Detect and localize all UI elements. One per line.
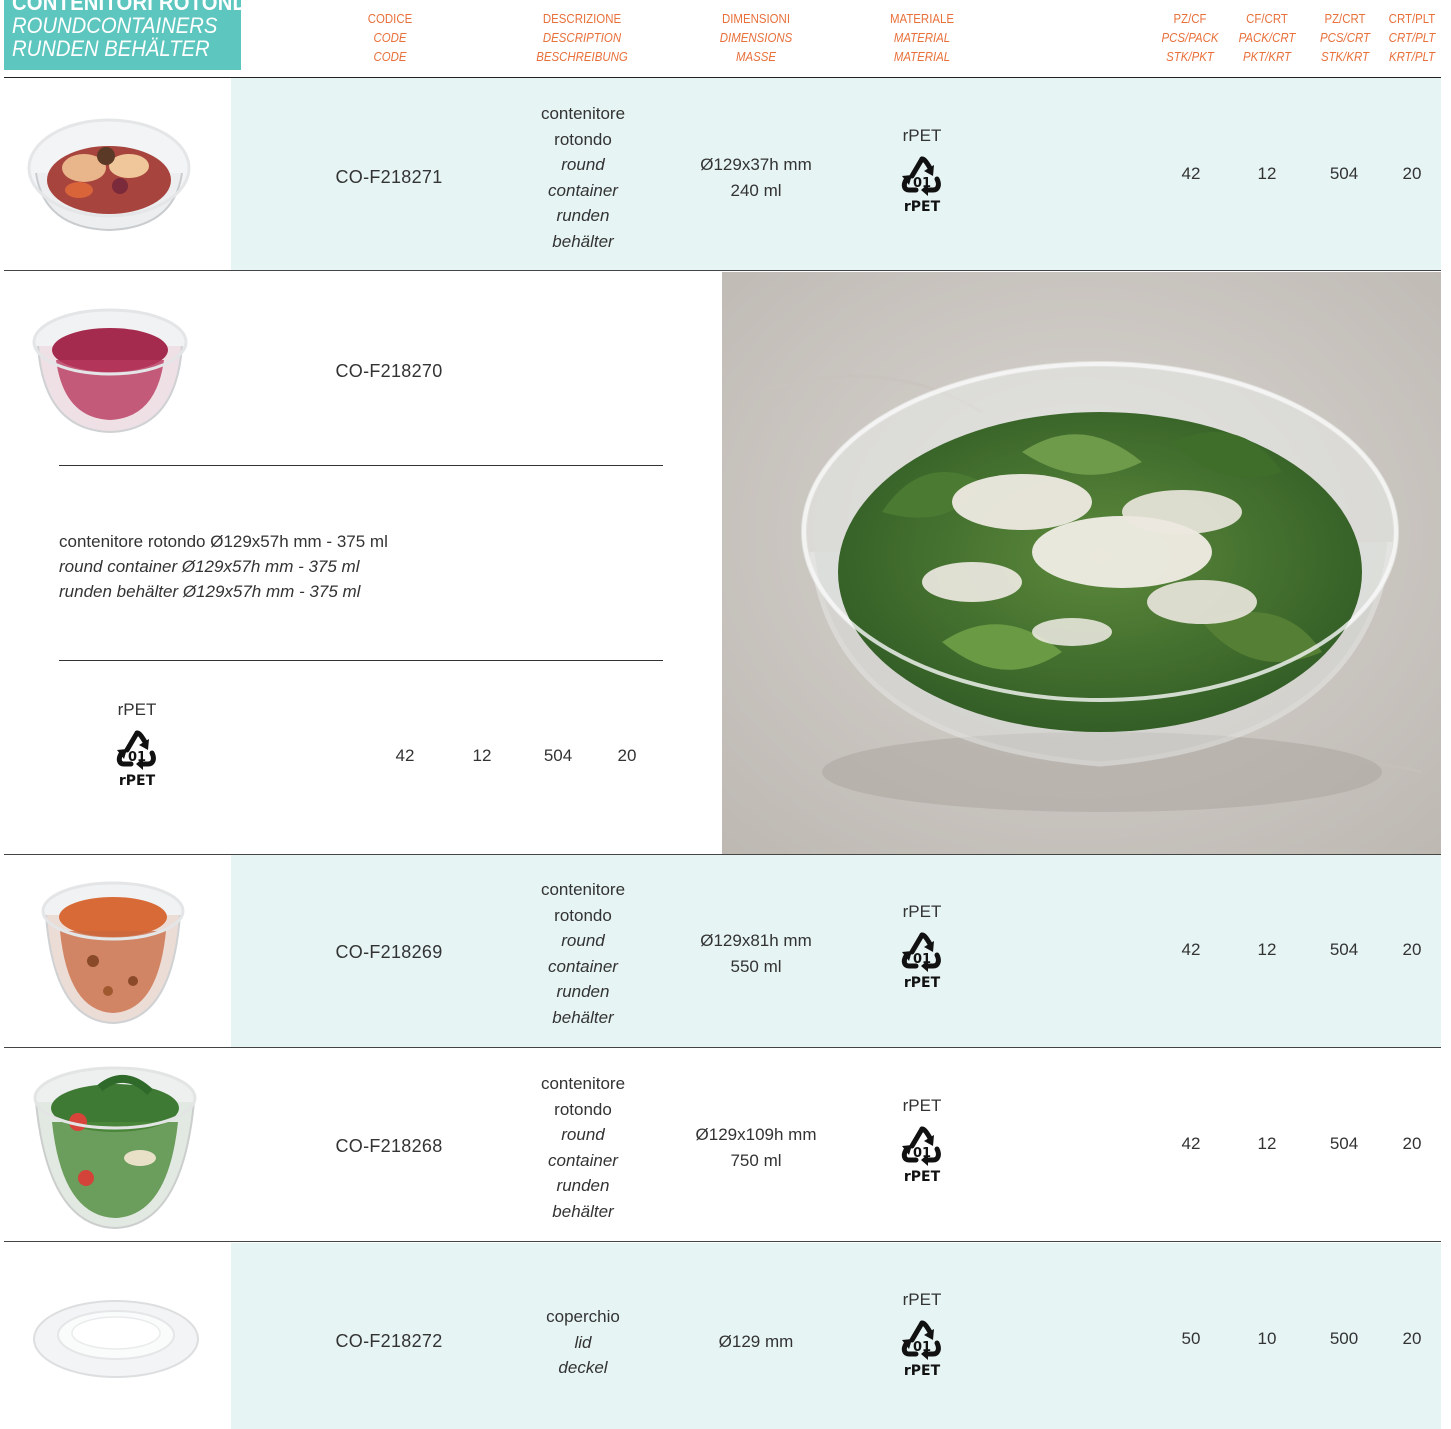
product-photo-deep-bowl [33,1066,197,1230]
product-dimensions: Ø129 mm [718,1332,794,1351]
table-row: CO-F218272 coperchio lid deckel Ø129 mm … [0,1243,1451,1429]
product-description: contenitore rotondo round container rund… [540,880,626,1027]
featured-cartons-per-pallet: 20 [617,746,637,765]
product-dimensions: Ø129x81h mm 550 ml [700,931,812,976]
product-dimensions: Ø129x37h mm 240 ml [700,155,812,200]
header-material: MATERIALE MATERIAL MATERIAL [890,11,954,64]
product-description: contenitore rotondo round container rund… [540,1074,626,1221]
material-cell: rPET 01 rPET [882,901,962,991]
header-description: DESCRIZIONE DESCRIPTION BESCHREIBUNG [536,11,628,64]
recycle-01-icon: 01 rPET [109,729,165,789]
title-german: RUNDEN BEHÄLTER [12,36,210,61]
recycle-01-icon: 01 rPET [894,155,950,215]
featured-packs-per-carton: 12 [472,746,492,765]
pcs-per-pack: 42 [1181,164,1201,183]
title-english: ROUNDCONTAINERS [12,13,218,38]
row-divider [4,270,1441,271]
product-photo-lid [33,1300,199,1378]
packs-per-carton: 12 [1257,164,1277,183]
featured-pcs-per-carton: 504 [543,746,573,765]
pcs-per-pack: 42 [1181,940,1201,959]
title-italian: CONTENITORI ROTONDI [12,0,241,15]
featured-material-cell: rPET 01 rPET [97,699,177,789]
material-cell: rPET 01 rPET [882,1289,962,1379]
svg-text:rPET: rPET [904,975,941,991]
featured-product-code: CO-F218270 [335,361,443,381]
product-code: CO-F218269 [335,942,443,962]
pcs-per-carton: 500 [1329,1329,1359,1348]
cartons-per-pallet: 20 [1402,1329,1422,1348]
header-dimensions: DIMENSIONI DIMENSIONS MASSE [719,11,793,64]
svg-text:rPET: rPET [904,1363,941,1379]
table-row: CO-F218269 contenitore rotondo round con… [0,854,1451,1048]
product-code: CO-F218272 [335,1331,443,1351]
header-pz-cf: PZ/CF PCS/PACK STK/PKT [1161,11,1219,64]
table-row: CO-F218271 contenitore rotondo round con… [0,78,1451,271]
svg-text:rPET: rPET [119,773,156,789]
pcs-per-carton: 504 [1329,164,1359,183]
recycle-01-icon: 01 rPET [894,931,950,991]
product-description: contenitore rotondo round container rund… [540,104,626,251]
product-dimensions: Ø129x109h mm 750 ml [695,1125,817,1170]
product-photo-medium-bowl [32,308,188,434]
pcs-per-carton: 504 [1329,940,1359,959]
svg-text:rPET: rPET [904,199,941,215]
pcs-per-carton: 504 [1329,1134,1359,1153]
featured-divider-top [59,465,663,466]
row-divider [4,1241,1441,1242]
featured-pcs-per-pack: 42 [395,746,415,765]
packs-per-carton: 10 [1257,1329,1277,1348]
featured-divider-bottom [59,660,663,661]
product-description: coperchio lid deckel [546,1307,620,1377]
material-cell: rPET 01 rPET [882,125,962,215]
salad-bowl-photo [722,272,1441,854]
product-code: CO-F218271 [335,167,443,187]
header-crt-plt: CRT/PLT CRT/PLT KRT/PLT [1388,11,1436,64]
pcs-per-pack: 42 [1181,1134,1201,1153]
svg-text:01: 01 [128,750,146,765]
section-title: CONTENITORI ROTONDI ROUNDCONTAINERS RUND… [4,0,241,70]
product-photo-tall-bowl [41,881,185,1025]
packs-per-carton: 12 [1257,1134,1277,1153]
cartons-per-pallet: 20 [1402,1134,1422,1153]
product-photo-shallow-bowl [27,118,191,232]
svg-text:rPET: rPET [904,1169,941,1185]
header-pz-crt: PZ/CRT PCS/CRT STK/KRT [1319,11,1370,64]
svg-text:01: 01 [913,1146,931,1161]
recycle-01-icon: 01 rPET [894,1319,950,1379]
material-cell: rPET 01 rPET [882,1095,962,1185]
table-row: CO-F218268 contenitore rotondo round con… [0,1048,1451,1242]
svg-text:01: 01 [913,176,931,191]
recycle-01-icon: 01 rPET [894,1125,950,1185]
svg-text:01: 01 [913,952,931,967]
cartons-per-pallet: 20 [1402,940,1422,959]
cartons-per-pallet: 20 [1402,164,1422,183]
svg-text:01: 01 [913,1340,931,1355]
featured-description: contenitore rotondo Ø129x57h mm - 375 ml… [59,532,388,601]
product-code: CO-F218268 [335,1136,443,1156]
header-cf-crt: CF/CRT PACK/CRT PKT/KRT [1238,11,1296,64]
header-code: CODICE CODE CODE [367,11,413,64]
pcs-per-pack: 50 [1181,1329,1201,1348]
packs-per-carton: 12 [1257,940,1277,959]
